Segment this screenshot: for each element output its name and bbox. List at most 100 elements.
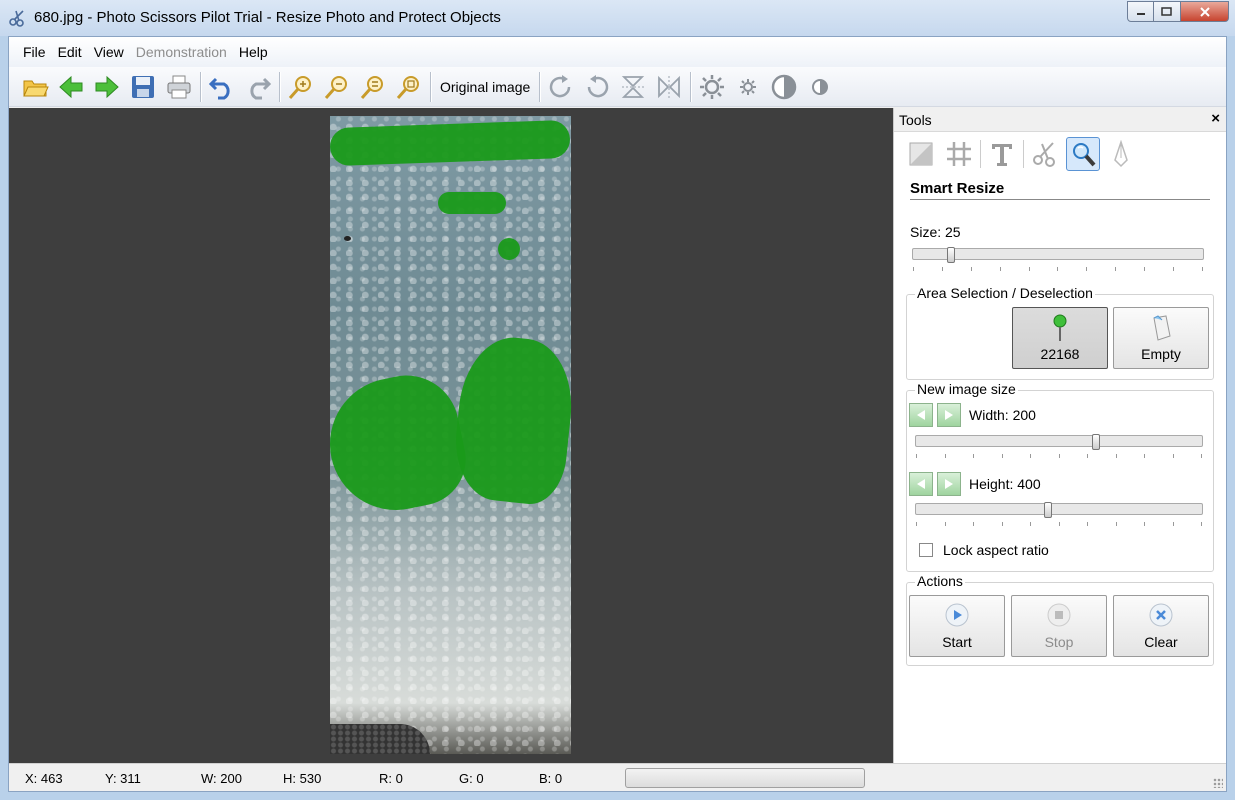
play-icon [945,603,969,627]
lock-aspect-ratio-checkbox[interactable] [919,543,933,557]
empty-label: Empty [1141,346,1181,362]
clear-x-icon [1149,603,1173,627]
flip-horizontal-icon [658,75,681,98]
arrow-right-icon [95,75,119,98]
redo-button[interactable] [240,70,276,104]
tools-panel: Tools × Smart Resize Size: 25 Area Selec… [893,108,1226,763]
menu-edit[interactable]: Edit [52,44,88,60]
height-slider[interactable] [915,502,1203,526]
arrow-left-icon [59,75,83,98]
tool-text[interactable] [985,137,1019,171]
size-slider-thumb[interactable] [947,247,955,263]
main-window: File Edit View Demonstration Help Origin… [8,36,1227,792]
close-button[interactable] [1181,1,1229,22]
title-bar: 680.jpg - Photo Scissors Pilot Trial - R… [0,0,1235,36]
contrast-high-icon [772,74,797,99]
width-slider[interactable] [915,434,1203,458]
menu-bar: File Edit View Demonstration Help [9,37,1226,67]
image-canvas[interactable] [9,108,893,763]
scissors-icon [1033,142,1055,167]
tool-resize[interactable] [904,137,938,171]
open-folder-icon [23,80,49,96]
width-slider-thumb[interactable] [1092,434,1100,450]
slider-ticks [913,267,1203,271]
save-disk-icon [132,75,154,98]
status-width: W: 200 [201,771,242,786]
area-selection-group: Area Selection / Deselection 22168 Empty [906,285,1214,380]
tool-smart-resize[interactable] [1066,137,1100,171]
height-increase-button[interactable] [937,472,961,496]
start-label: Start [942,634,972,650]
maximize-button[interactable] [1154,1,1181,22]
triangle-left-icon [917,410,925,420]
save-button[interactable] [125,70,161,104]
brightness-low-icon [740,78,757,95]
status-red: R: 0 [379,771,403,786]
menu-demonstration[interactable]: Demonstration [130,44,233,60]
contrast-up-button[interactable] [766,70,802,104]
flip-vertical-icon [622,75,645,98]
scissors-app-icon [9,10,24,27]
printer-icon [167,75,191,98]
original-image-button[interactable]: Original image [434,79,536,95]
window-controls [1127,1,1229,23]
rotate-right-icon [550,74,571,97]
width-increase-button[interactable] [937,403,961,427]
slider-ticks [916,522,1202,526]
flip-horizontal-button[interactable] [651,70,687,104]
brightness-down-button[interactable] [730,70,766,104]
protect-mask-region [449,332,579,508]
clear-button[interactable]: Clear [1113,595,1209,657]
close-icon[interactable]: × [1211,110,1220,127]
zoom-fit-button[interactable] [391,70,427,104]
tool-crop[interactable] [942,137,976,171]
stop-button[interactable]: Stop [1011,595,1107,657]
start-button[interactable]: Start [909,595,1005,657]
empty-button[interactable]: Empty [1113,307,1209,369]
open-button[interactable] [17,70,53,104]
forward-button[interactable] [89,70,125,104]
undo-button[interactable] [204,70,240,104]
menu-view[interactable]: View [88,44,130,60]
status-y: Y: 311 [105,771,141,786]
rotate-right-button[interactable] [543,70,579,104]
back-button[interactable] [53,70,89,104]
new-image-size-group: New image size Width: 200 Height: 400 Lo… [906,381,1214,572]
menu-file[interactable]: File [17,44,52,60]
magnifier-icon [1073,143,1096,167]
zoom-out-button[interactable] [319,70,355,104]
tool-cut[interactable] [1028,137,1062,171]
lock-aspect-ratio-label[interactable]: Lock aspect ratio [943,542,1049,558]
tool-pen[interactable] [1104,137,1138,171]
height-decrease-button[interactable] [909,472,933,496]
zoom-in-button[interactable] [283,70,319,104]
toolbar-separator [690,71,692,102]
brightness-up-button[interactable] [694,70,730,104]
window-title: 680.jpg - Photo Scissors Pilot Trial - R… [34,9,501,26]
select-count: 22168 [1040,346,1080,362]
size-slider[interactable] [912,247,1204,271]
menu-help[interactable]: Help [233,44,274,60]
text-icon [992,144,1012,166]
rotate-left-button[interactable] [579,70,615,104]
height-slider-thumb[interactable] [1044,502,1052,518]
minimize-icon [1136,12,1145,15]
tools-panel-title: Tools [899,112,932,128]
width-label: Width: 200 [969,407,1036,423]
resize-grip[interactable] [1213,778,1223,788]
photo-image[interactable] [317,116,579,754]
minimize-button[interactable] [1127,1,1154,22]
contrast-low-icon [812,78,829,95]
undo-icon [208,77,230,99]
zoom-actual-button[interactable] [355,70,391,104]
redo-icon [250,77,272,99]
flip-vertical-button[interactable] [615,70,651,104]
clear-label: Clear [1144,634,1178,650]
height-label: Height: 400 [969,476,1041,492]
contrast-down-button[interactable] [802,70,838,104]
print-button[interactable] [161,70,197,104]
width-decrease-button[interactable] [909,403,933,427]
toolbar-separator [279,71,280,102]
eraser-icon [1153,315,1171,341]
select-area-button[interactable]: 22168 [1012,307,1108,369]
